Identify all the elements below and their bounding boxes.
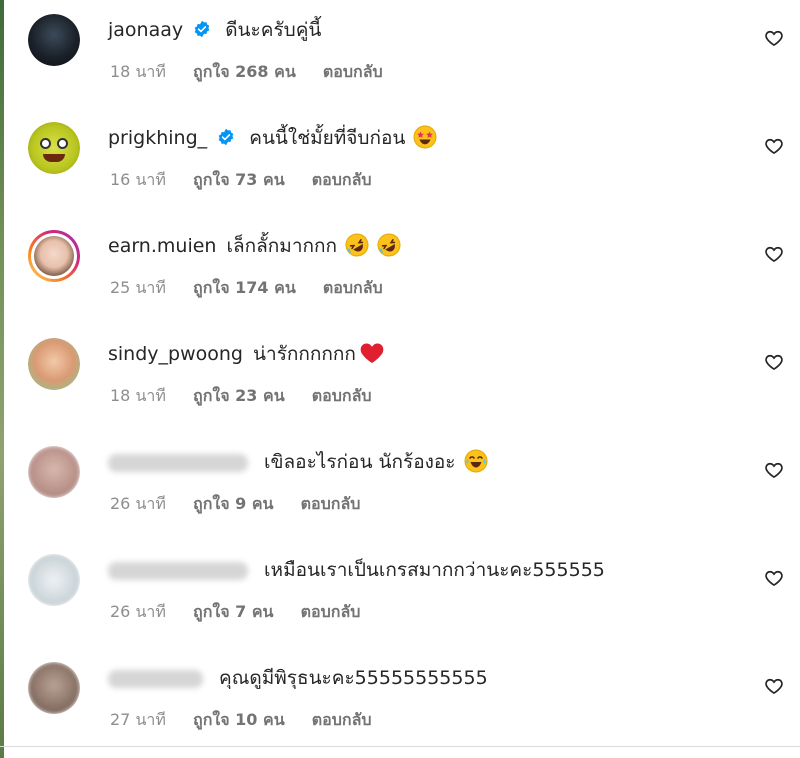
comment-item: sindy_pwoong น่ารักกกกกก 18 นาที ถูกใจ 2… xyxy=(0,324,800,432)
comment-meta: 18 นาที ถูกใจ 268 คน ตอบกลับ xyxy=(110,60,405,85)
verified-badge-icon xyxy=(194,20,210,37)
comment-text: คนนี้ใช่มั้ยที่จีบก่อน xyxy=(249,127,406,149)
reply-button[interactable]: ตอบกลับ xyxy=(301,494,361,513)
comment-likes[interactable]: ถูกใจ 9 คน xyxy=(193,494,273,513)
comment-likes[interactable]: ถูกใจ 7 คน xyxy=(193,602,273,621)
comment-meta: 25 นาที ถูกใจ 174 คน ตอบกลับ xyxy=(110,276,405,301)
heart-outline-icon[interactable] xyxy=(764,568,784,588)
reply-button[interactable]: ตอบกลับ xyxy=(301,602,361,621)
comment-time[interactable]: 18 นาที xyxy=(110,62,166,81)
comment-line: jaonaay ดีนะครับคู่นี้ xyxy=(108,16,321,44)
avatar-blurred[interactable] xyxy=(28,446,80,498)
reply-button[interactable]: ตอบกลับ xyxy=(312,170,372,189)
comment-text: เล็กลั้กมากกก xyxy=(226,235,338,257)
heart-outline-icon[interactable] xyxy=(764,676,784,696)
comment-item: เขิลอะไรก่อน นักร้องอะ 26 นาที ถูกใจ 9 ค… xyxy=(0,432,800,540)
comment-likes[interactable]: ถูกใจ 268 คน xyxy=(193,62,296,81)
comment-item: earn.muien เล็กลั้กมากกก 25 นาที ถูกใจ 1… xyxy=(0,216,800,324)
comment-line: คุณดูมีพิรุธนะคะ55555555555 xyxy=(108,664,488,692)
comment-meta: 26 นาที ถูกใจ 7 คน ตอบกลับ xyxy=(110,600,382,625)
comment-time[interactable]: 25 นาที xyxy=(110,278,166,297)
avatar-blurred[interactable] xyxy=(28,554,80,606)
avatar[interactable] xyxy=(28,14,80,66)
comment-item: เหมือนเราเป็นเกรสมากกว่านะคะ555555 26 นา… xyxy=(0,540,800,648)
rolling-laughing-emoji xyxy=(345,233,369,256)
comment-line: sindy_pwoong น่ารักกกกกก xyxy=(108,340,384,368)
comment-line: เขิลอะไรก่อน นักร้องอะ xyxy=(108,448,488,476)
comment-text: เหมือนเราเป็นเกรสมากกว่านะคะ555555 xyxy=(264,559,605,581)
rolling-laughing-emoji xyxy=(377,233,401,256)
comment-likes[interactable]: ถูกใจ 10 คน xyxy=(193,710,285,729)
comment-text: คุณดูมีพิรุธนะคะ55555555555 xyxy=(219,667,488,689)
heart-outline-icon[interactable] xyxy=(764,352,784,372)
comment-time[interactable]: 27 นาที xyxy=(110,710,166,729)
comment-meta: 27 นาที ถูกใจ 10 คน ตอบกลับ xyxy=(110,708,394,733)
heart-outline-icon[interactable] xyxy=(764,28,784,48)
blurred-username[interactable] xyxy=(108,669,203,688)
reply-button[interactable]: ตอบกลับ xyxy=(312,386,372,405)
comment-line: เหมือนเราเป็นเกรสมากกว่านะคะ555555 xyxy=(108,556,605,584)
avatar-with-story-ring[interactable] xyxy=(28,230,80,282)
divider xyxy=(0,746,800,747)
avatar[interactable] xyxy=(28,122,80,174)
comment-meta: 18 นาที ถูกใจ 23 คน ตอบกลับ xyxy=(110,384,394,409)
comment-time[interactable]: 16 นาที xyxy=(110,170,166,189)
heart-outline-icon[interactable] xyxy=(764,136,784,156)
comment-meta: 26 นาที ถูกใจ 9 คน ตอบกลับ xyxy=(110,492,382,517)
comment-text: เขิลอะไรก่อน นักร้องอะ xyxy=(264,451,456,473)
reply-button[interactable]: ตอบกลับ xyxy=(323,278,383,297)
comment-item: prigkhing_ คนนี้ใช่มั้ยที่จีบก่อน 16 นาท… xyxy=(0,108,800,216)
comment-time[interactable]: 18 นาที xyxy=(110,386,166,405)
comment-line: prigkhing_ คนนี้ใช่มั้ยที่จีบก่อน xyxy=(108,124,437,152)
comment-username[interactable]: jaonaay xyxy=(108,19,183,41)
comment-username[interactable]: earn.muien xyxy=(108,235,216,257)
star-struck-emoji xyxy=(413,125,437,148)
reply-button[interactable]: ตอบกลับ xyxy=(312,710,372,729)
heart-outline-icon[interactable] xyxy=(764,244,784,264)
comment-item: jaonaay ดีนะครับคู่นี้ 18 นาที ถูกใจ 268… xyxy=(0,0,800,108)
comment-text: น่ารักกกกกก xyxy=(253,343,356,365)
reply-button[interactable]: ตอบกลับ xyxy=(323,62,383,81)
avatar[interactable] xyxy=(28,338,80,390)
comment-meta: 16 นาที ถูกใจ 73 คน ตอบกลับ xyxy=(110,168,394,193)
comment-username[interactable]: sindy_pwoong xyxy=(108,343,243,365)
comment-likes[interactable]: ถูกใจ 73 คน xyxy=(193,170,285,189)
red-heart-emoji xyxy=(360,343,384,363)
comment-likes[interactable]: ถูกใจ 23 คน xyxy=(193,386,285,405)
laughing-tears-emoji xyxy=(464,449,488,472)
comment-likes[interactable]: ถูกใจ 174 คน xyxy=(193,278,296,297)
comment-line: earn.muien เล็กลั้กมากกก xyxy=(108,232,401,260)
comment-item: คุณดูมีพิรุธนะคะ55555555555 27 นาที ถูกใ… xyxy=(0,648,800,756)
heart-outline-icon[interactable] xyxy=(764,460,784,480)
comment-time[interactable]: 26 นาที xyxy=(110,602,166,621)
comment-text: ดีนะครับคู่นี้ xyxy=(225,19,322,41)
comment-username[interactable]: prigkhing_ xyxy=(108,127,207,149)
avatar-blurred[interactable] xyxy=(28,662,80,714)
blurred-username[interactable] xyxy=(108,561,248,580)
comment-time[interactable]: 26 นาที xyxy=(110,494,166,513)
verified-badge-icon xyxy=(218,128,234,145)
blurred-username[interactable] xyxy=(108,453,248,472)
